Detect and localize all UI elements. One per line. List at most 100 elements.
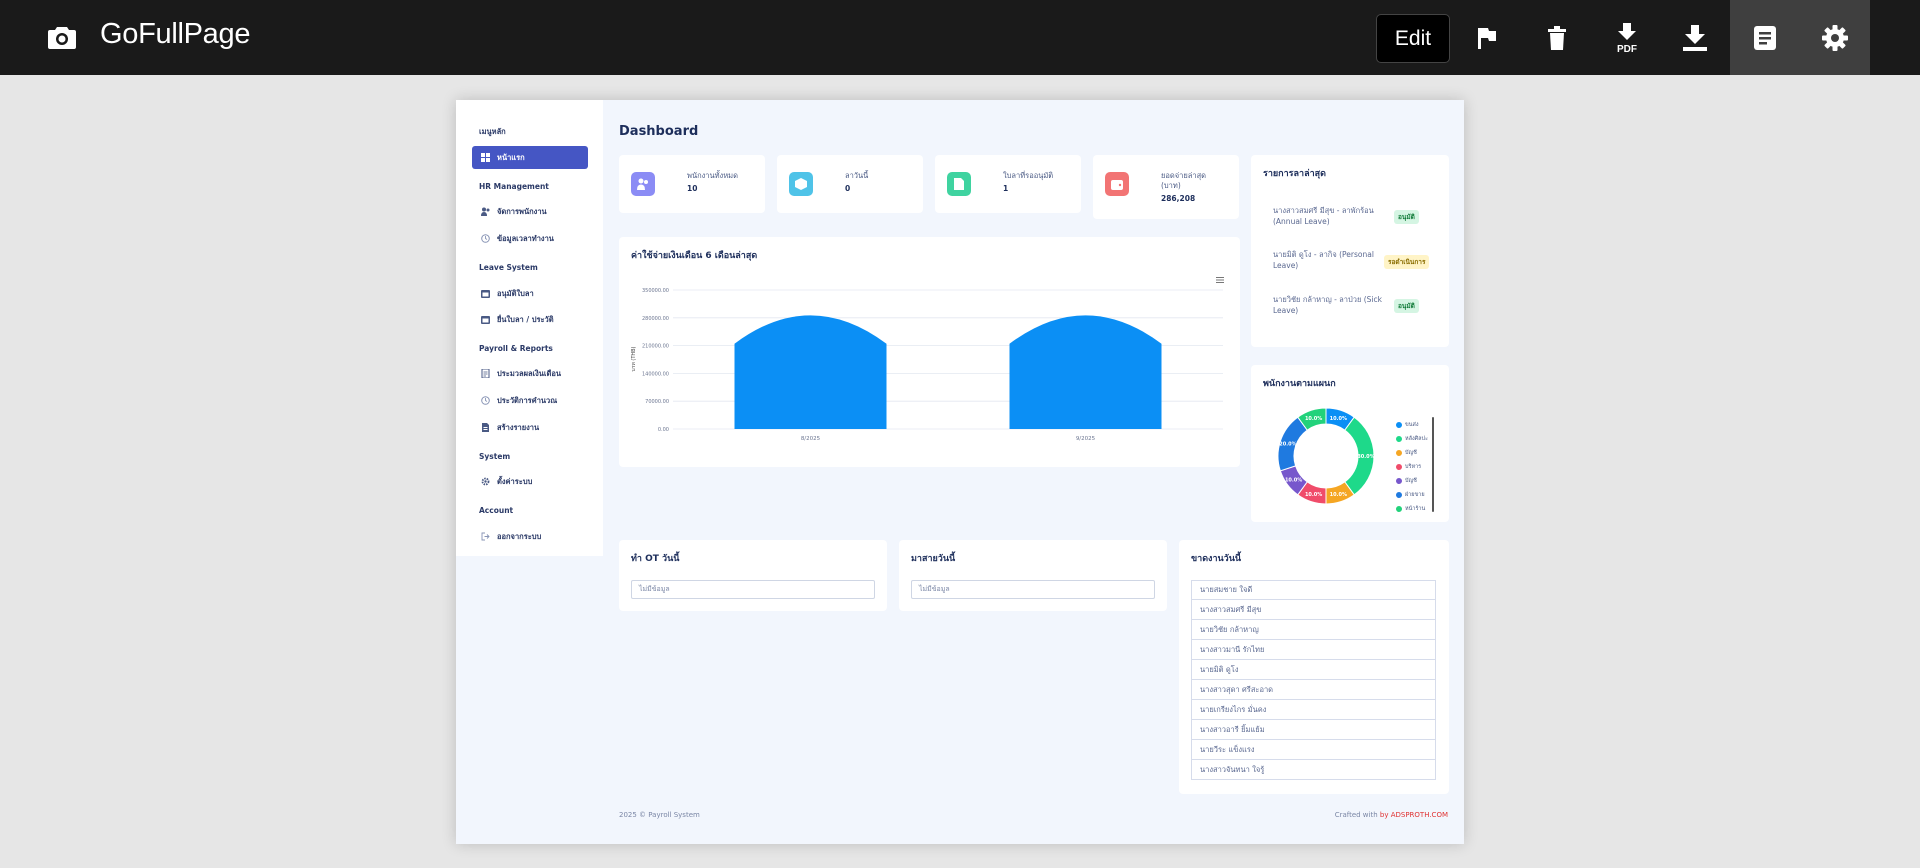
legend-marker bbox=[1396, 492, 1402, 498]
flag-icon bbox=[1478, 27, 1496, 49]
settings-button[interactable] bbox=[1800, 0, 1870, 75]
legend-item[interactable]: หลังศิลปะ bbox=[1396, 435, 1428, 443]
delete-button[interactable] bbox=[1522, 0, 1592, 75]
list-item: นางสาวจันทนา ใจรู้ bbox=[1191, 760, 1436, 780]
slice-label: 10.0% bbox=[1330, 492, 1347, 498]
file-icon bbox=[480, 423, 490, 433]
sidebar-item-reports[interactable]: สร้างรายงาน bbox=[472, 416, 588, 439]
gofullpage-toolbar: GoFullPage Edit PDF bbox=[0, 0, 1920, 75]
sidebar-item-label: อนุมัติใบลา bbox=[497, 288, 534, 298]
legend-label: บัญชี bbox=[1405, 478, 1417, 484]
sidebar-section-system: System bbox=[479, 452, 511, 461]
salary-area-chart: 0.00 70000.00 140000.00 210000.00 280000.00 3… bbox=[631, 277, 1224, 442]
sidebar: เมนูหลัก หน้าแรก HR Management จัดการพนั… bbox=[456, 100, 603, 556]
x-tick-label: 9/2025 bbox=[1076, 436, 1096, 442]
file-icon bbox=[947, 172, 971, 196]
document-icon bbox=[1754, 25, 1776, 50]
sidebar-item-worktime[interactable]: ข้อมูลเวลาทำงาน bbox=[472, 227, 588, 250]
logout-icon bbox=[480, 532, 490, 542]
legend-label: ขนส่ง bbox=[1405, 422, 1419, 428]
download-icon bbox=[1683, 24, 1707, 51]
footer-credit-link[interactable]: by ADSPROTH.COM bbox=[1380, 811, 1448, 819]
sidebar-item-payroll-process[interactable]: ประมวลผลเงินเดือน bbox=[472, 362, 588, 385]
sidebar-item-approve-leave[interactable]: อนุมัติใบลา bbox=[472, 282, 588, 305]
list-item: นางสาวอารี ยิ้มแย้ม bbox=[1191, 720, 1436, 740]
grid-icon bbox=[480, 153, 490, 163]
legend-marker bbox=[1396, 422, 1402, 428]
flag-button[interactable] bbox=[1452, 0, 1522, 75]
y-tick-label: 210000.00 bbox=[642, 344, 669, 350]
legend-item[interactable]: บริหาร bbox=[1396, 463, 1421, 471]
leave-item: นายมิติ ดูโง - ลากิจ (Personal Leave) bbox=[1273, 250, 1374, 270]
sidebar-item-label: ยื่นใบลา / ประวัติ bbox=[497, 314, 554, 324]
y-tick-label: 140000.00 bbox=[642, 371, 669, 377]
sidebar-item-submit-leave[interactable]: ยื่นใบลา / ประวัติ bbox=[472, 308, 588, 331]
legend-item[interactable]: ฝ่ายขาย bbox=[1396, 491, 1425, 499]
department-chart-card: พนักงานตามแผนก 10.0% 30.0% 10.0% 10.0% 10.0%… bbox=[1251, 365, 1449, 522]
legend-label: ฝ่ายขาย bbox=[1405, 492, 1425, 498]
download-pdf-button[interactable]: PDF bbox=[1592, 0, 1662, 75]
salary-chart-card: ค่าใช้จ่ายเงินเดือน 6 เดือนล่าสุด 0.00 70… bbox=[619, 237, 1240, 467]
chart-menu-icon[interactable] bbox=[1216, 277, 1224, 283]
calendar-icon bbox=[480, 289, 490, 299]
list-item: นายมิติ ดูโง bbox=[1191, 660, 1436, 680]
legend-item[interactable]: ขนส่ง bbox=[1396, 421, 1419, 429]
area-mark bbox=[1009, 315, 1162, 429]
stat-card-leave-today: ลาวันนี้ 0 bbox=[777, 155, 923, 213]
y-tick-label: 0.00 bbox=[658, 427, 669, 433]
users-icon bbox=[480, 207, 490, 217]
leave-item: นางสาวสมศรี มีสุข - ลาพักร้อน (Annual Le… bbox=[1273, 206, 1374, 226]
notes-button[interactable] bbox=[1730, 0, 1800, 75]
calendar-icon bbox=[480, 315, 490, 325]
stat-value: 10 bbox=[687, 184, 698, 193]
slice-label: 10.0% bbox=[1305, 416, 1322, 422]
gear-icon bbox=[480, 477, 490, 487]
list-item: นายวีระ แข็งแรง bbox=[1191, 740, 1436, 760]
app-title: GoFullPage bbox=[100, 18, 251, 50]
sidebar-item-home[interactable]: หน้าแรก bbox=[472, 146, 588, 169]
sidebar-item-calc-history[interactable]: ประวัติการคำนวณ bbox=[472, 389, 588, 412]
slice-label: 30.0% bbox=[1357, 454, 1374, 460]
legend-label: บริหาร bbox=[1405, 464, 1422, 470]
legend-item[interactable]: บัญชี bbox=[1396, 477, 1417, 485]
legend-item[interactable]: บัญชี bbox=[1396, 449, 1417, 457]
captured-page: เมนูหลัก หน้าแรก HR Management จัดการพนั… bbox=[456, 100, 1464, 844]
leave-item: นายวิชัย กล้าหาญ - ลาป่วย (Sick Leave) bbox=[1273, 295, 1382, 315]
list-item: นางสาวมานี รักไทย bbox=[1191, 640, 1436, 660]
list-item: นายสมชาย ใจดี bbox=[1191, 580, 1436, 600]
empty-message: ไม่มีข้อมูล bbox=[631, 580, 875, 599]
footer-credit: Crafted with by ADSPROTH.COM bbox=[1335, 811, 1448, 819]
stat-value: 286,208 bbox=[1161, 194, 1196, 203]
sidebar-item-label: ออกจากระบบ bbox=[497, 531, 542, 541]
list-item: นางสาวสุดา ศรีสะอาด bbox=[1191, 680, 1436, 700]
sidebar-item-label: ประวัติการคำนวณ bbox=[497, 395, 558, 405]
card-title: มาสายวันนี้ bbox=[911, 554, 956, 564]
y-tick-label: 70000.00 bbox=[645, 399, 669, 405]
trash-icon bbox=[1548, 25, 1566, 50]
sidebar-item-logout[interactable]: ออกจากระบบ bbox=[472, 525, 588, 548]
x-tick-label: 8/2025 bbox=[801, 436, 821, 442]
sidebar-section-payroll: Payroll & Reports bbox=[479, 344, 553, 353]
document-icon bbox=[480, 369, 490, 379]
recent-leaves-card: รายการลาล่าสุด นางสาวสมศรี มีสุข - ลาพัก… bbox=[1251, 155, 1449, 347]
empty-message: ไม่มีข้อมูล bbox=[911, 580, 1155, 599]
y-tick-label: 280000.00 bbox=[642, 316, 669, 322]
legend-item[interactable]: หน้าร้าน bbox=[1396, 505, 1425, 513]
edit-button[interactable]: Edit bbox=[1376, 14, 1450, 63]
legend-scrollbar[interactable] bbox=[1432, 417, 1434, 512]
sidebar-item-settings[interactable]: ตั้งค่าระบบ bbox=[472, 470, 588, 493]
footer-credit-prefix: Crafted with bbox=[1334, 811, 1380, 819]
clock-icon bbox=[480, 234, 490, 244]
pdf-label: PDF bbox=[1617, 44, 1637, 53]
status-badge: อนุมัติ bbox=[1394, 210, 1419, 224]
sidebar-item-label: ประมวลผลเงินเดือน bbox=[497, 368, 561, 378]
sidebar-section-hr: HR Management bbox=[479, 182, 549, 191]
sidebar-item-employees[interactable]: จัดการพนักงาน bbox=[472, 200, 588, 223]
y-axis-label: บาท (THB) bbox=[631, 346, 637, 371]
legend-marker bbox=[1396, 506, 1402, 512]
sidebar-section-account: Account bbox=[479, 506, 514, 515]
legend-marker bbox=[1396, 478, 1402, 484]
camera-icon bbox=[48, 27, 76, 49]
sidebar-section-leave: Leave System bbox=[479, 263, 538, 272]
download-image-button[interactable] bbox=[1660, 0, 1730, 75]
